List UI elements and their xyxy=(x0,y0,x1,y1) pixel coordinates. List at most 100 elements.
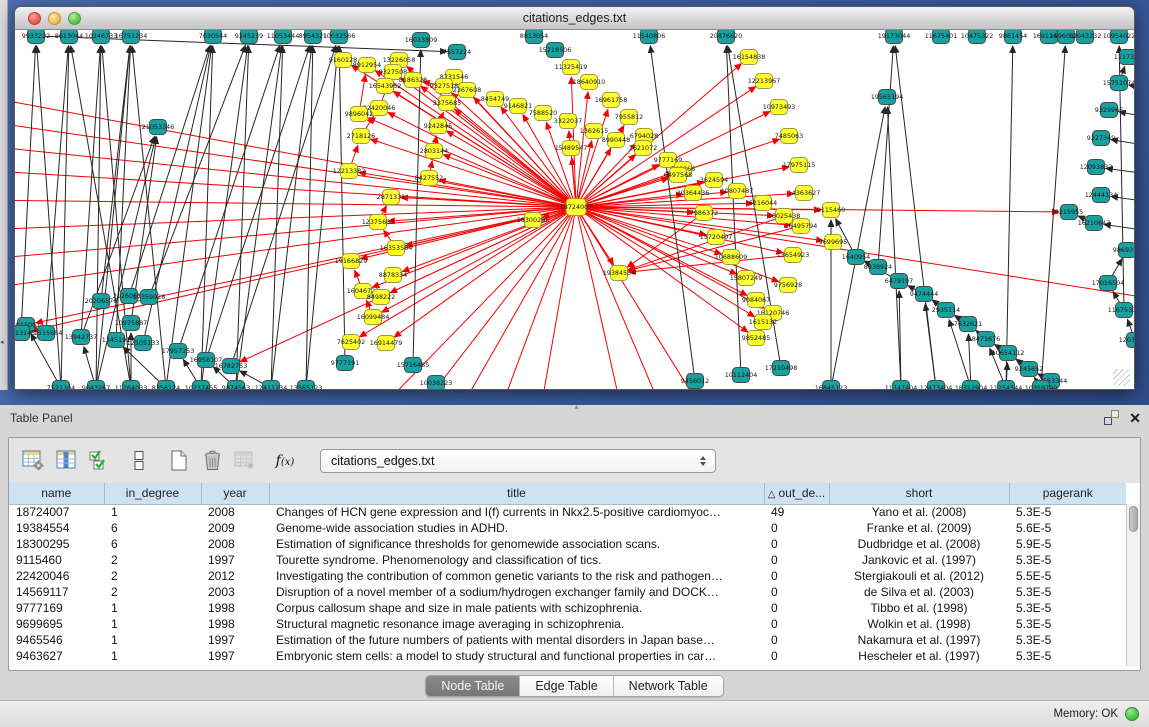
table-row[interactable]: 969969511998Structural magnetic resonanc… xyxy=(9,616,1126,632)
graph-node[interactable]: 8938924 xyxy=(864,260,892,275)
table-row[interactable]: 1830029562008Estimation of significance … xyxy=(9,536,1126,552)
graph-node[interactable]: 2803144 xyxy=(420,144,448,159)
table-row[interactable]: 946362711997Embryonic stem cells: a mode… xyxy=(9,648,1126,664)
table-row[interactable]: 2242004622012Investigating the contribut… xyxy=(9,568,1126,584)
graph-node[interactable]: 14363627 xyxy=(788,186,821,201)
float-panel-icon[interactable] xyxy=(1104,410,1119,425)
graph-node[interactable]: 8471676 xyxy=(972,332,1000,347)
graph-node[interactable]: 7521304 xyxy=(47,381,75,390)
graph-node[interactable]: 11325419 xyxy=(555,60,588,75)
close-window-button[interactable] xyxy=(28,12,41,25)
graph-node[interactable]: 10475322 xyxy=(961,30,994,44)
table-row[interactable]: 977716911998Corpus callosum shape and si… xyxy=(9,600,1126,616)
graph-node[interactable]: 16154838 xyxy=(733,50,766,65)
graph-node[interactable]: 2935114 xyxy=(932,303,960,318)
graph-node[interactable]: 18640910 xyxy=(573,75,606,90)
graph-node[interactable]: 18312904 xyxy=(955,381,988,390)
table-row[interactable]: 946554611997Estimation of the future num… xyxy=(9,632,1126,648)
graph-node[interactable]: 12444134 xyxy=(1085,188,1118,203)
graph-node[interactable]: 9852485 xyxy=(742,331,770,346)
graph-node[interactable]: 9933222 xyxy=(22,30,50,44)
graph-node[interactable]: 7625402 xyxy=(337,335,365,350)
graph-node[interactable]: 9456012 xyxy=(681,374,709,389)
graph-node[interactable]: 7485063 xyxy=(775,129,803,144)
graph-node[interactable]: 9756928 xyxy=(774,278,802,293)
zoom-window-button[interactable] xyxy=(68,12,81,25)
graph-node[interactable]: 11675334 xyxy=(1108,303,1134,318)
graph-node[interactable]: 10112404 xyxy=(725,368,758,383)
select-columns-icon[interactable] xyxy=(85,446,113,476)
graph-node[interactable]: 15218506 xyxy=(539,43,572,58)
graph-node[interactable]: 10975887 xyxy=(115,316,148,331)
table-settings-icon[interactable] xyxy=(19,446,47,476)
graph-node[interactable]: 8215955 xyxy=(1055,205,1083,220)
graph-node[interactable]: 9242845 xyxy=(424,119,452,134)
graph-node[interactable]: 16961758 xyxy=(595,93,628,108)
graph-node[interactable]: 10237455 xyxy=(185,381,218,390)
show-columns-icon[interactable] xyxy=(52,446,80,476)
graph-node[interactable]: 12034155 xyxy=(1119,333,1134,348)
graph-node[interactable]: 9227349 xyxy=(1087,131,1115,146)
table-scrollbar[interactable] xyxy=(1126,504,1140,666)
graph-node[interactable]: 9861454 xyxy=(999,30,1027,44)
minimize-window-button[interactable] xyxy=(48,12,61,25)
graph-node[interactable]: 11053444 xyxy=(267,30,300,44)
left-panel-collapsed-strip[interactable]: ◂ xyxy=(0,0,8,390)
graph-node[interactable]: 11540806 xyxy=(633,30,666,44)
column-header-short[interactable]: short xyxy=(829,483,1009,504)
graph-node[interactable]: 7557224 xyxy=(443,45,471,60)
splitter-handle-icon[interactable]: ▴ xyxy=(575,402,579,411)
table-row[interactable]: 1872400712008Changes of HCN gene express… xyxy=(9,504,1126,520)
graph-node[interactable]: 19384554 xyxy=(603,266,636,281)
graph-node[interactable]: 10654112 xyxy=(992,346,1025,361)
graph-node[interactable]: 3624594 xyxy=(700,173,728,188)
graph-node[interactable]: 8613044 xyxy=(55,30,83,44)
graph-node[interactable]: 10954022 xyxy=(1103,30,1134,44)
graph-node[interactable]: 7030544 xyxy=(199,30,227,44)
column-header-in_degree[interactable]: in_degree xyxy=(104,483,201,504)
graph-node[interactable]: 2871331 xyxy=(377,190,405,205)
graph-node[interactable]: 17975115 xyxy=(783,158,816,173)
tab-node-table[interactable]: Node Table xyxy=(426,676,520,696)
tab-edge-table[interactable]: Edge Table xyxy=(520,676,613,696)
network-window-titlebar[interactable]: citations_edges.txt xyxy=(15,7,1134,30)
dropdown-stepper-icon[interactable] xyxy=(697,454,709,468)
collapse-arrow-icon[interactable]: ◂ xyxy=(0,338,4,346)
graph-node[interactable]: 12093832 xyxy=(1080,160,1113,175)
column-header-title[interactable]: title xyxy=(269,483,764,504)
graph-node[interactable]: 16543962 xyxy=(369,79,402,94)
network-canvas[interactable]: 1872400791601288912954132260589327508165… xyxy=(15,30,1134,389)
graph-node[interactable]: 20364436 xyxy=(677,186,710,201)
graph-node[interactable]: 9777191 xyxy=(331,356,359,371)
graph-node[interactable]: 21053346 xyxy=(142,120,175,135)
graph-node[interactable]: 19173044 xyxy=(878,30,911,44)
table-selector[interactable]: citations_edges.txt xyxy=(320,449,716,473)
graph-node[interactable]: 17016504 xyxy=(1092,276,1125,291)
graph-node[interactable]: 11264033 xyxy=(115,381,148,390)
graph-node[interactable]: 9699695 xyxy=(819,235,847,250)
column-header-pagerank[interactable]: pagerank xyxy=(1009,483,1126,504)
graph-node[interactable]: 9874563 xyxy=(222,381,250,390)
graph-node[interactable]: 8356124 xyxy=(152,381,180,390)
graph-node[interactable]: 16033809 xyxy=(405,33,438,48)
table-row[interactable]: 1456911722003Disruption of a novel membe… xyxy=(9,584,1126,600)
graph-node[interactable]: 12473404 xyxy=(920,381,953,390)
graph-node[interactable]: 9043267 xyxy=(82,381,110,390)
graph-node[interactable]: 16845123 xyxy=(815,381,848,390)
table-row[interactable]: 1938455462009Genome-wide association stu… xyxy=(9,520,1126,536)
fx-icon[interactable]: f(x) xyxy=(271,446,299,476)
graph-node[interactable]: 7632621 xyxy=(954,317,982,332)
graph-node[interactable]: 15751074 xyxy=(1103,76,1134,91)
delete-table-icon[interactable] xyxy=(231,446,259,476)
close-panel-icon[interactable]: ✕ xyxy=(1129,411,1141,425)
graph-node[interactable]: 16914479 xyxy=(370,336,403,351)
graph-node[interactable]: 12213382 xyxy=(333,164,366,179)
graph-node[interactable]: 8427552 xyxy=(415,171,443,186)
column-header-name[interactable]: name xyxy=(9,483,104,504)
graph-node[interactable]: 12375603 xyxy=(362,215,395,230)
graph-node[interactable]: 15716485 xyxy=(397,358,430,373)
graph-node[interactable]: 15720407 xyxy=(700,230,733,245)
graph-node[interactable]: 16751234 xyxy=(115,30,148,44)
graph-node[interactable]: 8813054 xyxy=(520,30,548,44)
column-header-year[interactable]: year xyxy=(201,483,269,504)
